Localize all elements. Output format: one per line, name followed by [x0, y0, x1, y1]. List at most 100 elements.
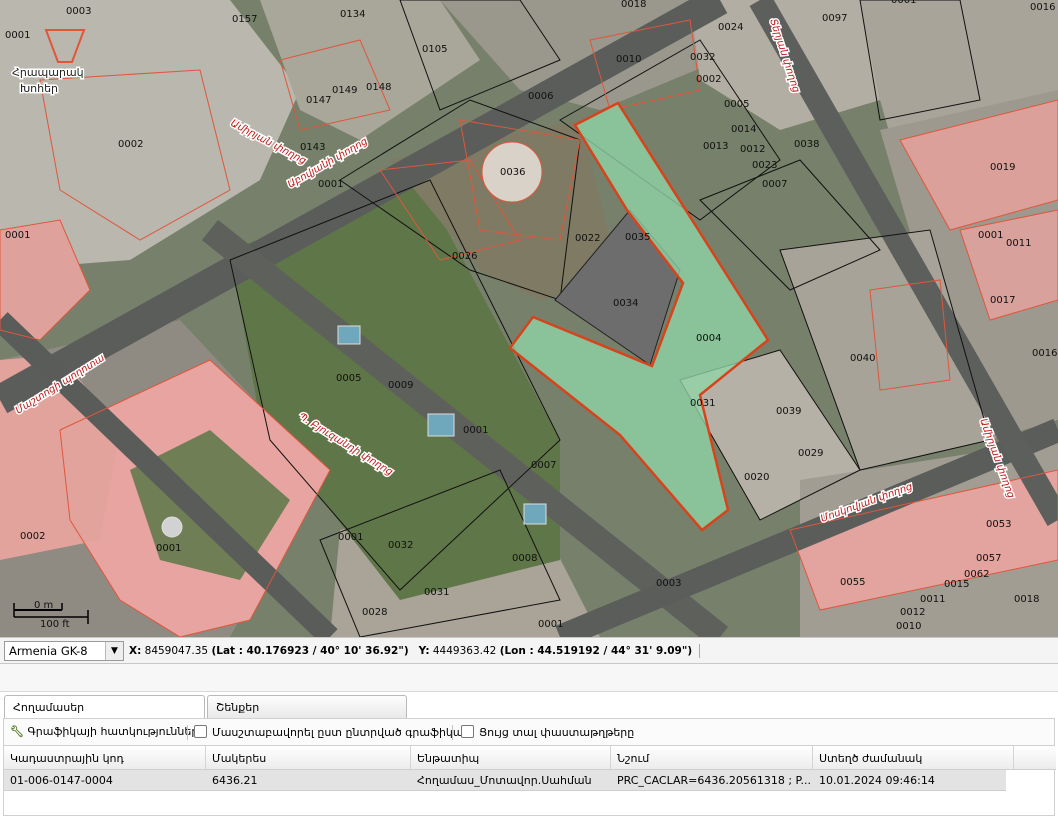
graphics-properties-label: Գրաֆիկայի հատկություններ [27, 725, 199, 738]
cell-note: PRC_CACLAR=6436.20561318 ; P... [617, 774, 810, 787]
tab-parcels-label: Հողամասեր [13, 701, 85, 714]
parcel-label: 0035 [625, 232, 650, 243]
parcel-label: 0055 [840, 577, 865, 588]
parcel-label: 0001 [318, 179, 343, 190]
parcel-label: 0001 [538, 619, 563, 630]
poi-label-line1: Հրապարակ [12, 66, 84, 79]
parcel-label: 0005 [724, 99, 749, 110]
parcel-label: 0147 [306, 95, 331, 106]
scale-bar-top-label: 0 m [34, 600, 53, 611]
parcel-label: 0032 [690, 52, 715, 63]
parcel-label: 0038 [794, 139, 819, 150]
show-documents-toggle[interactable]: Ցույց տալ փաստաթղթերը [461, 725, 634, 739]
show-documents-checkbox[interactable] [461, 725, 474, 738]
parcel-label: 0018 [1014, 594, 1039, 605]
parcel-label: 0026 [452, 251, 477, 262]
coordinate-bar: Armenia GK-8 ▼ X: 8459047.35 (Lat : 40.1… [0, 637, 1058, 664]
parcel-label: 0016 [1030, 2, 1055, 13]
x-value: 8459047.35 [144, 645, 209, 657]
parcel-label: 0032 [388, 540, 413, 551]
parcel-label: 0039 [776, 406, 801, 417]
panel-header-strip [0, 664, 1058, 692]
parcel-label: 0097 [822, 13, 847, 24]
map-view[interactable]: 0 m 100 ft Հրապարակ Խոհեր 0004 0034 0035 0… [0, 0, 1058, 637]
parcel-label: 0001 [978, 230, 1003, 241]
parcel-label: 0105 [422, 44, 447, 55]
parcel-label: 0009 [388, 380, 413, 391]
zoom-to-selected-checkbox[interactable] [194, 725, 207, 738]
parcel-label: 0001 [463, 425, 488, 436]
parcel-label: 0017 [990, 295, 1015, 306]
parcel-label: 0002 [20, 531, 45, 542]
parcel-label: 0018 [621, 0, 646, 10]
parcel-label: 0001 [338, 532, 363, 543]
scale-bar-bottom-label: 100 ft [40, 619, 70, 630]
parcel-label: 0134 [340, 9, 365, 20]
tab-bar: Հողամասեր Շենքեր [0, 692, 1058, 719]
parcel-label: 0001 [5, 30, 30, 41]
parcel-label: 0010 [616, 54, 641, 65]
parcel-label: 0022 [575, 233, 600, 244]
parcel-label: 0014 [731, 124, 756, 135]
parcel-label: 0001 [891, 0, 916, 6]
selected-parcel-label: 0004 [696, 333, 721, 344]
cell-subtype: Հողամաս_Մոտավոր.Սահման [417, 774, 592, 787]
parcel-label: 0020 [744, 472, 769, 483]
parcel-label: 0001 [5, 230, 30, 241]
coordinate-readout: X: 8459047.35 (Lat : 40.176923 / 40° 10'… [129, 644, 701, 658]
column-header-created-time[interactable]: Ստեղծ ժամանակ [813, 746, 1014, 770]
parcel-label: 0031 [690, 398, 715, 409]
zoom-to-selected-label: Մասշտաբավորել ըստ ընտրված գրաֆիկայի [212, 726, 474, 739]
divider [699, 644, 701, 658]
tab-buildings-label: Շենքեր [216, 701, 260, 714]
graphics-properties-button[interactable]: 🔧︎ Գրաֆիկայի հատկություններ [10, 725, 198, 738]
parcel-label: 0034 [613, 298, 638, 309]
parcel-label: 0157 [232, 14, 257, 25]
parcel-label: 0029 [798, 448, 823, 459]
parcel-label: 0010 [896, 621, 921, 632]
parcel-label: 0003 [656, 578, 681, 589]
parcel-label: 0015 [944, 579, 969, 590]
column-header-filler [1014, 746, 1056, 770]
zoom-to-selected-toggle[interactable]: Մասշտաբավորել ըստ ընտրված գրաֆիկայի [194, 725, 474, 739]
column-header-subtype[interactable]: Ենթատիպ [411, 746, 611, 770]
parcel-label: 0019 [990, 162, 1015, 173]
parcel-label: 0013 [703, 141, 728, 152]
table-row[interactable]: 01-006-0147-0004 6436.21 Հողամաս_Մոտավոր… [4, 770, 1006, 791]
parcel-label: 0007 [531, 460, 556, 471]
projection-value: Armenia GK-8 [9, 644, 88, 658]
cell-created-time: 10.01.2024 09:46:14 [819, 774, 935, 787]
poi-label-line2: Խոհեր [20, 82, 58, 95]
projection-select[interactable]: Armenia GK-8 ▼ [4, 641, 124, 661]
x-label: X: [129, 645, 142, 657]
tab-buildings[interactable]: Շենքեր [207, 695, 407, 718]
chevron-down-icon[interactable]: ▼ [105, 642, 123, 660]
parcel-label: 0053 [986, 519, 1011, 530]
parcel-label: 0012 [740, 144, 765, 155]
y-label: Y: [418, 645, 430, 657]
column-header-note[interactable]: Նշում [611, 746, 813, 770]
parcel-label: 0036 [500, 167, 525, 178]
map-canvas[interactable]: 0 m 100 ft Հրապարակ Խոհեր 0004 0034 0035 0… [0, 0, 1058, 637]
parcel-label: 0011 [920, 594, 945, 605]
column-header-area[interactable]: Մակերես [206, 746, 411, 770]
show-documents-label: Ցույց տալ փաստաթղթերը [479, 726, 635, 739]
cell-cadastral-code: 01-006-0147-0004 [10, 774, 113, 787]
parcel-label: 0002 [118, 139, 143, 150]
parcel-label: 0012 [900, 607, 925, 618]
parcel-label: 0011 [1006, 238, 1031, 249]
parcel-label: 0016 [1032, 348, 1057, 359]
tab-parcels[interactable]: Հողամասեր [4, 695, 205, 719]
column-header-cadastral-code[interactable]: Կադաստրային կոդ [4, 746, 206, 770]
parcel-label: 0024 [718, 22, 743, 33]
toolbar-divider [452, 725, 453, 740]
parcel-label: 0007 [762, 179, 787, 190]
parcel-label: 0143 [300, 142, 325, 153]
parcel-label: 0008 [512, 553, 537, 564]
parcel-label: 0040 [850, 353, 875, 364]
x-latlon: (Lat : 40.176923 / 40° 10' 36.92") [211, 645, 409, 657]
parcel-label: 0005 [336, 373, 361, 384]
parcel-grid: Կադաստրային կոդ Մակերես Ենթատիպ Նշում Ստ… [3, 746, 1056, 816]
parcel-label: 0001 [156, 543, 181, 554]
parcel-label: 0149 [332, 85, 357, 96]
